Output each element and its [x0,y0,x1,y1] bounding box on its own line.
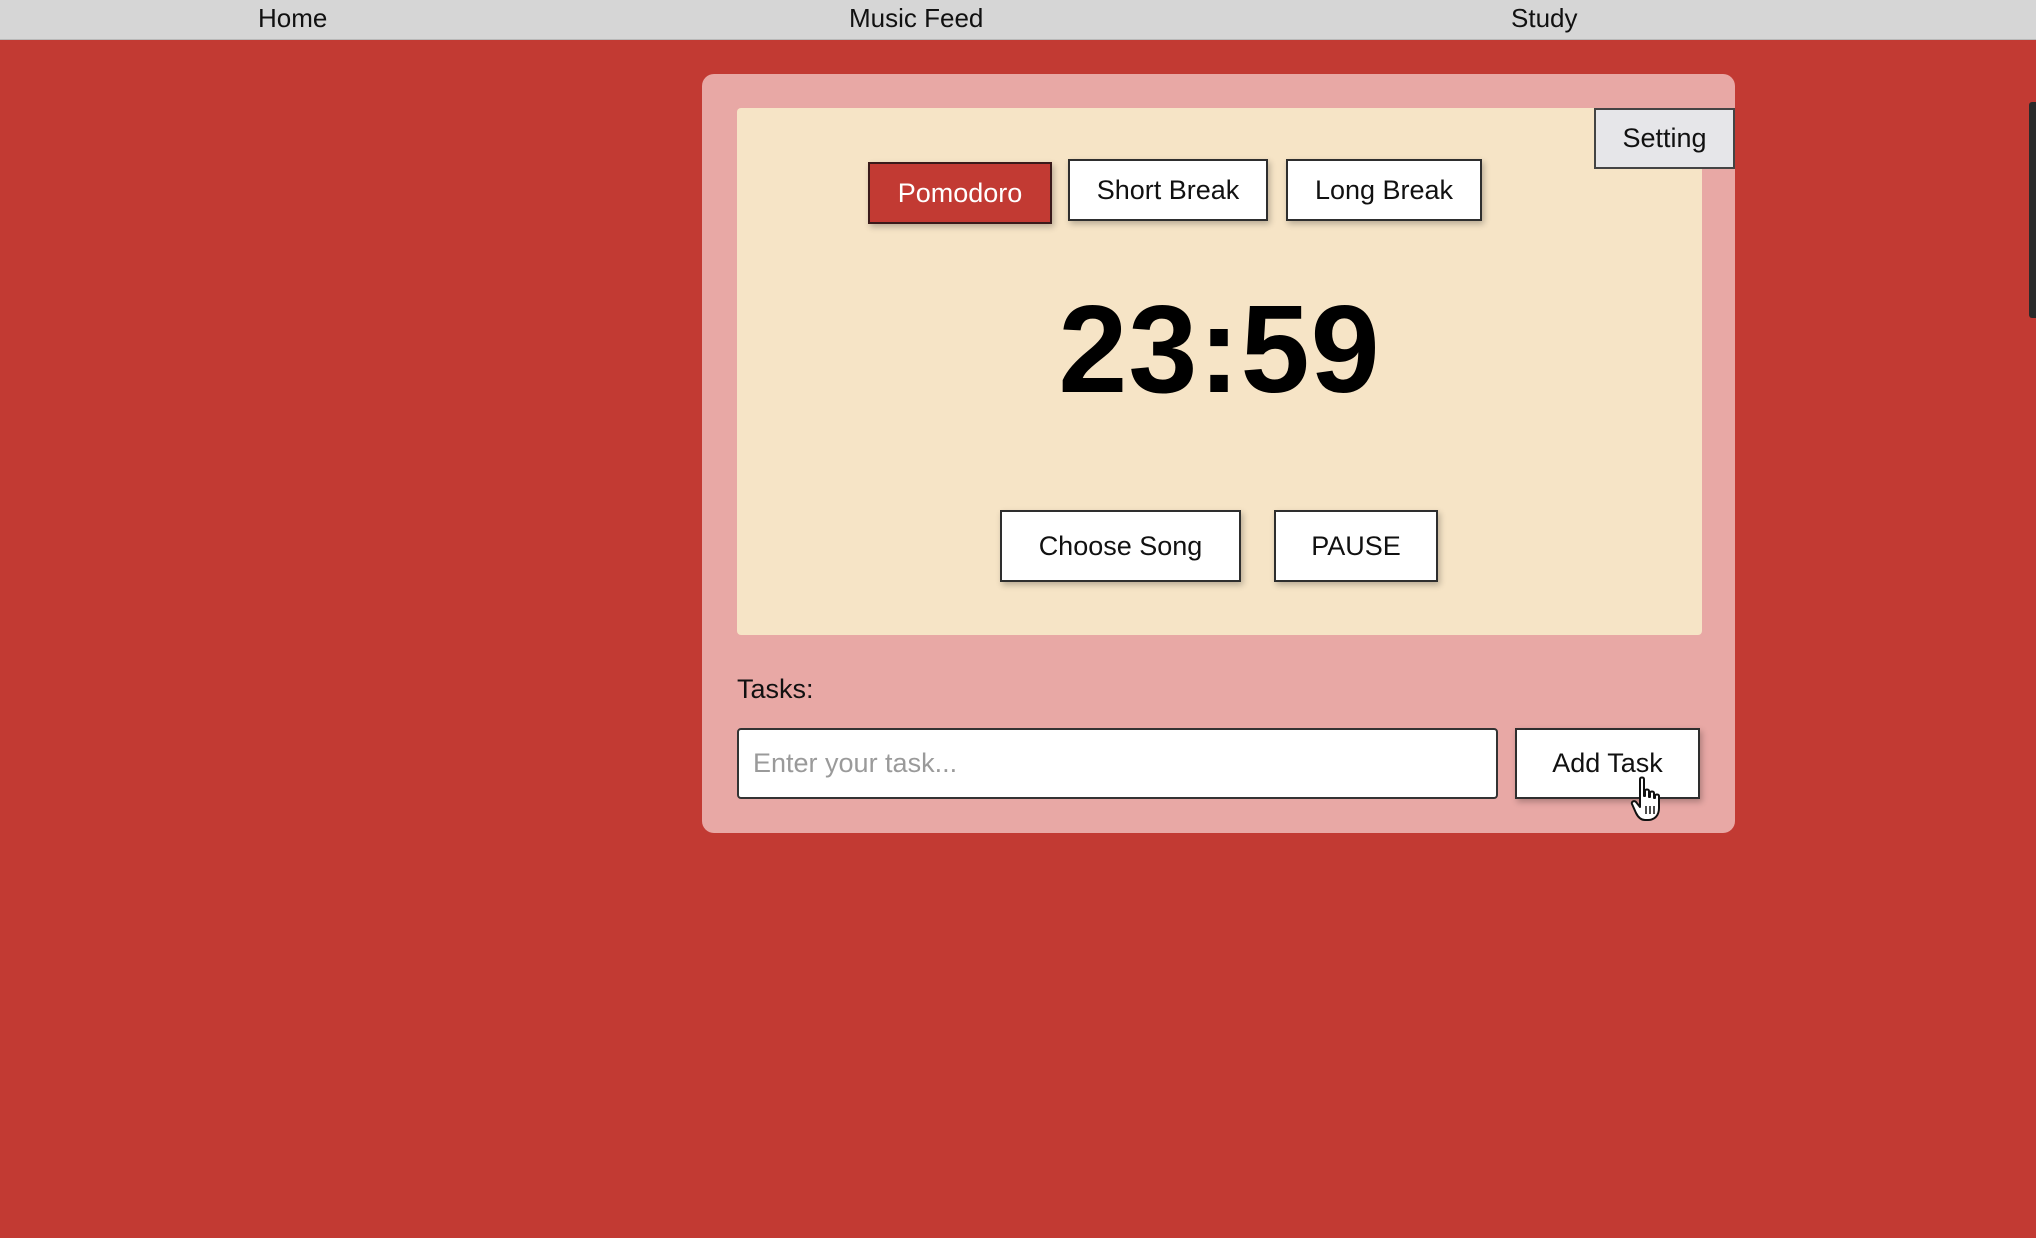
hand-pointer-icon [1630,776,1660,821]
pause-button[interactable]: PAUSE [1274,510,1438,582]
add-task-button[interactable]: Add Task [1515,728,1700,799]
timer-display: 23:59 [1058,281,1381,419]
nav-home-link[interactable]: Home [258,0,327,39]
tab-pomodoro[interactable]: Pomodoro [868,162,1052,224]
nav-study-link[interactable]: Study [1511,0,1578,39]
task-input[interactable] [737,728,1498,799]
nav-music-feed-link[interactable]: Music Feed [849,0,983,39]
choose-song-button[interactable]: Choose Song [1000,510,1241,582]
tab-long-break[interactable]: Long Break [1286,159,1482,221]
top-nav: Home Music Feed Study [0,0,2036,40]
tab-short-break[interactable]: Short Break [1068,159,1268,221]
tasks-label: Tasks: [737,674,814,704]
scrollbar-thumb[interactable] [2029,102,2036,318]
pomodoro-card: Setting Pomodoro Short Break Long Break … [702,74,1735,833]
setting-button[interactable]: Setting [1594,108,1735,169]
timer-panel: Setting Pomodoro Short Break Long Break … [737,108,1735,635]
